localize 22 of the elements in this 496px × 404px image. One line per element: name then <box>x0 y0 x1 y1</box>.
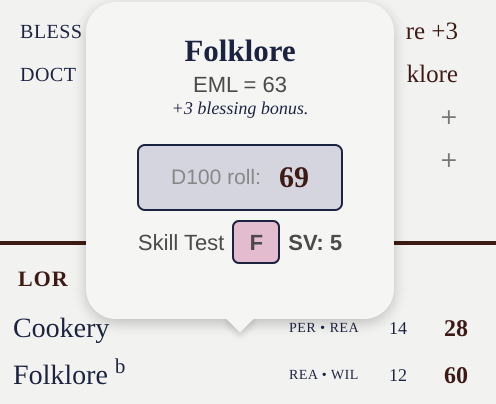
feature-label: BLESS <box>20 20 83 44</box>
popover-title: Folklore <box>184 34 296 68</box>
add-button[interactable]: + <box>440 106 458 128</box>
feature-value: klore <box>406 60 458 90</box>
result-badge: F <box>232 220 280 264</box>
skill-attributes: REA • WIL <box>289 367 360 385</box>
skill-attributes: PER • REA <box>289 320 360 338</box>
bonus-note: +3 blessing bonus. <box>172 98 308 120</box>
test-label: Skill Test <box>138 228 224 257</box>
roll-value: 69 <box>278 160 309 196</box>
skill-base: 12 <box>389 364 408 387</box>
section-heading: LOR <box>18 266 69 291</box>
feature-label: DOCT <box>20 62 76 88</box>
skill-name[interactable]: Folklore $^{b}$ <box>13 354 289 396</box>
feature-value: re +3 <box>406 16 458 47</box>
eml-text: EML = 63 <box>193 72 287 98</box>
skill-value: 28 <box>444 314 468 344</box>
sv-text: SV: 5 <box>288 228 342 257</box>
skill-value: 60 <box>444 362 468 390</box>
add-button[interactable]: + <box>440 150 458 172</box>
skill-base: 14 <box>389 317 408 340</box>
roll-label: D100 roll: <box>171 164 261 191</box>
